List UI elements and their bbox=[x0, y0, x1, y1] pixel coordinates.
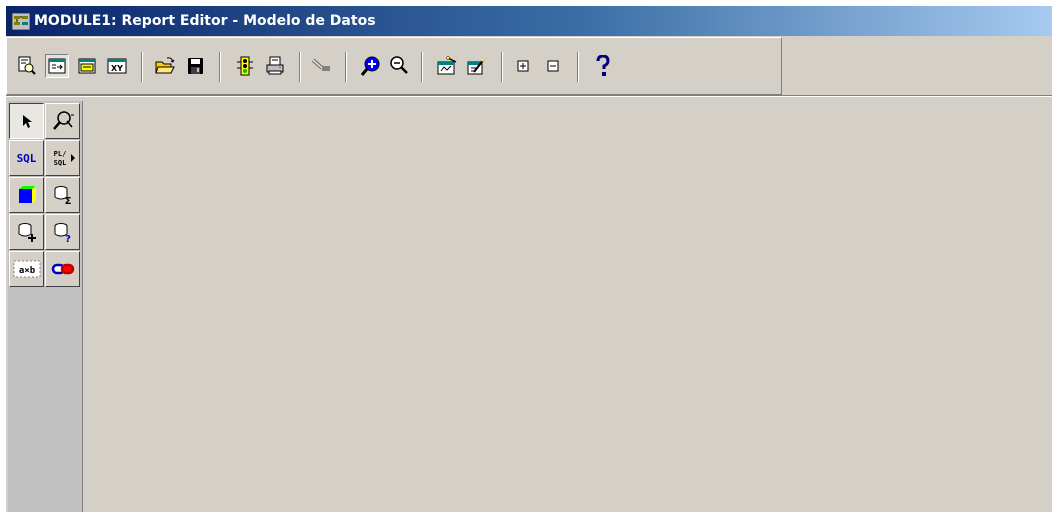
print-button[interactable] bbox=[263, 54, 287, 78]
help-question-icon bbox=[596, 55, 610, 76]
layout-model-view-icon bbox=[78, 58, 96, 74]
svg-text:?: ? bbox=[65, 234, 71, 243]
formula-column-tool[interactable] bbox=[9, 214, 44, 250]
run-traffic-light-icon bbox=[237, 56, 253, 76]
placeholder-column-icon: ? bbox=[54, 223, 71, 243]
svg-text:Σ: Σ bbox=[64, 196, 71, 206]
expand-plus-icon bbox=[517, 60, 529, 72]
save-button[interactable] bbox=[183, 54, 207, 78]
title-bar[interactable]: MODULE1: Report Editor - Modelo de Datos bbox=[6, 6, 1052, 36]
data-model-canvas[interactable] bbox=[83, 101, 1052, 512]
print-icon bbox=[266, 56, 284, 75]
expand-button[interactable] bbox=[511, 54, 535, 78]
parameter-form-view-icon: XY bbox=[107, 58, 127, 74]
data-wizard-button[interactable] bbox=[465, 54, 489, 78]
parameter-form-view-button[interactable]: XY bbox=[105, 54, 129, 78]
ref-cursor-cube-icon bbox=[18, 186, 36, 203]
main-toolbar: XY bbox=[6, 37, 782, 95]
magnify-tool[interactable] bbox=[45, 103, 80, 139]
data-link-icon bbox=[51, 263, 74, 275]
svg-text:PL/: PL/ bbox=[53, 150, 66, 158]
connect-button[interactable] bbox=[309, 54, 333, 78]
zoom-out-icon bbox=[390, 56, 408, 74]
summary-column-icon: Σ bbox=[54, 186, 71, 206]
tool-palette: SQL PL/ SQL Σ ? a×b bbox=[8, 101, 83, 512]
toolbar-separator bbox=[421, 52, 423, 82]
object-navigator-icon bbox=[18, 56, 36, 75]
data-wizard-icon bbox=[467, 58, 485, 75]
layout-model-view-button[interactable] bbox=[75, 54, 99, 78]
collapse-minus-icon bbox=[547, 60, 559, 72]
select-arrow-icon bbox=[22, 115, 32, 128]
toolbar-separator bbox=[219, 52, 221, 82]
zoom-out-button[interactable] bbox=[387, 54, 411, 78]
toolbar-separator bbox=[141, 52, 143, 82]
report-editor-app-icon[interactable] bbox=[11, 12, 31, 30]
toolbar-separator bbox=[299, 52, 301, 82]
report-wizard-icon bbox=[437, 56, 457, 75]
svg-text:a×b: a×b bbox=[18, 266, 35, 276]
sql-query-tool[interactable]: SQL bbox=[9, 140, 44, 176]
data-link-tool[interactable] bbox=[45, 251, 80, 287]
sql-icon: SQL bbox=[16, 151, 37, 165]
toolbar-separator bbox=[345, 52, 347, 82]
ref-cursor-tool[interactable] bbox=[9, 177, 44, 213]
connect-icon bbox=[311, 58, 330, 71]
cross-product-tool[interactable]: a×b bbox=[9, 251, 44, 287]
run-button[interactable] bbox=[233, 54, 257, 78]
select-arrow-tool[interactable] bbox=[9, 103, 44, 139]
zoom-in-button[interactable] bbox=[359, 54, 383, 78]
plsql-query-tool[interactable]: PL/ SQL bbox=[45, 140, 80, 176]
svg-text:XY: XY bbox=[111, 64, 123, 73]
help-button[interactable] bbox=[591, 54, 615, 78]
cross-product-icon: a×b bbox=[13, 260, 40, 278]
open-button[interactable] bbox=[153, 54, 177, 78]
placeholder-column-tool[interactable]: ? bbox=[45, 214, 80, 250]
summary-column-tool[interactable]: Σ bbox=[45, 177, 80, 213]
svg-text:SQL: SQL bbox=[53, 159, 66, 167]
magnify-icon bbox=[52, 111, 74, 130]
data-model-view-icon bbox=[48, 58, 66, 74]
toolbar-divider bbox=[6, 95, 1052, 97]
save-disk-icon bbox=[188, 58, 203, 74]
zoom-in-icon bbox=[360, 56, 380, 76]
toolbar-separator bbox=[501, 52, 503, 82]
window-title: MODULE1: Report Editor - Modelo de Datos bbox=[34, 13, 376, 29]
toolbar-separator bbox=[577, 52, 579, 82]
plsql-icon: PL/ SQL bbox=[53, 150, 75, 167]
object-navigator-button[interactable] bbox=[15, 54, 39, 78]
report-editor-window: MODULE1: Report Editor - Modelo de Datos bbox=[5, 5, 1052, 512]
collapse-button[interactable] bbox=[541, 54, 565, 78]
open-folder-icon bbox=[155, 57, 175, 74]
data-model-view-button[interactable] bbox=[45, 54, 69, 78]
report-wizard-button[interactable] bbox=[435, 54, 459, 78]
formula-column-icon bbox=[18, 223, 36, 242]
